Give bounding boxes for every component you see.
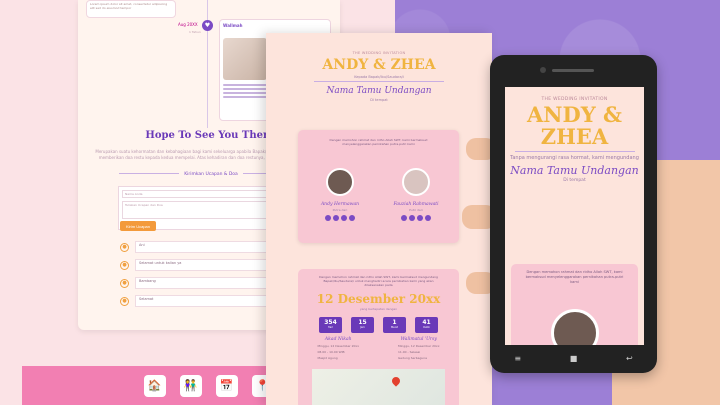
story-card-previous: Lorem ipsum dolor sit amet, consectetur … <box>86 0 176 18</box>
countdown: 354 Hari 15 Jam 1 Menit 41 Detik <box>298 316 459 333</box>
map-pin-icon <box>390 375 402 387</box>
couple-card: Dengan memohon rahmat dan ridho Allah SW… <box>511 264 638 345</box>
event-date: 12 Desember 20xx <box>316 291 441 306</box>
invitee-name: Nama Tamu Undangan <box>510 164 639 178</box>
countdown-hours: 15 Jam <box>351 316 374 333</box>
calendar-icon[interactable]: 📅 <box>215 374 238 397</box>
invite-subtitle: Tanpa mengurangi rasa hormat, kami mengu… <box>510 155 639 162</box>
phone-buttons: ≡ ■ ↩ <box>490 347 657 369</box>
youtube-icon[interactable] <box>349 215 355 221</box>
countdown-seconds: 41 Detik <box>415 316 438 333</box>
countdown-days: 354 Hari <box>319 316 342 333</box>
social-links <box>386 215 446 221</box>
phone-device: THE WEDDING INVITATION ANDY & ZHEA Tanpa… <box>490 55 657 373</box>
avatar <box>326 168 354 196</box>
event-sub: yang bertepatan dengan <box>359 306 398 311</box>
resepsi-place: Gedung Serbaguna <box>397 355 427 360</box>
divider <box>314 81 444 82</box>
divider <box>514 151 635 153</box>
resepsi-time: 11.00 - Selesai <box>397 349 421 354</box>
user-icon: ● <box>120 296 129 306</box>
facebook-icon[interactable] <box>409 215 415 221</box>
menu-icon[interactable]: ≡ <box>514 354 521 363</box>
invitee-role: Di tempat <box>563 178 586 184</box>
groom-role: Putra dari <box>332 208 348 212</box>
bride-role: Putri dari <box>409 208 423 212</box>
tablet-preview: THE WEDDING INVITATION ANDY & ZHEA Kepad… <box>266 33 492 405</box>
countdown-minutes: 1 Menit <box>383 316 406 333</box>
twitter-icon[interactable] <box>341 215 347 221</box>
instagram-icon[interactable] <box>325 215 331 221</box>
akad-date: Minggu, 12 Desember 20xx <box>317 343 359 348</box>
invitee-role: Di tempat <box>370 98 388 102</box>
speaker <box>552 69 594 72</box>
social-links <box>310 215 370 221</box>
akad-title: Akad Nikah <box>324 336 352 342</box>
twitter-icon[interactable] <box>417 215 423 221</box>
resepsi-title: Walimatul 'Ursy <box>400 336 437 342</box>
story-date: Aug 20XX <box>178 22 198 27</box>
akad-time: 08.00 - 10.00 WIB <box>317 349 345 354</box>
wedding-label: THE WEDDING INVITATION <box>352 51 406 55</box>
avatar <box>551 309 599 345</box>
story-photo <box>223 38 267 80</box>
instagram-icon[interactable] <box>401 215 407 221</box>
location-map[interactable] <box>312 369 445 405</box>
event-quote: Dengan memohon rahmat dan ridho Allah SW… <box>319 275 438 288</box>
bride-profile: Fauziah Rahmawati Putri dari <box>386 168 446 221</box>
avatar <box>402 168 430 196</box>
camera-icon <box>540 67 546 73</box>
back-icon[interactable]: ↩ <box>626 354 633 363</box>
phone-screen: THE WEDDING INVITATION ANDY & ZHEA Tanpa… <box>505 87 644 345</box>
couple-card: Dengan memohon rahmat dan ridho Allah SW… <box>298 130 459 243</box>
resepsi-event: Walimatul 'Ursy Minggu, 12 Desember 20xx… <box>398 337 440 360</box>
user-icon: ● <box>120 242 129 252</box>
facebook-icon[interactable] <box>333 215 339 221</box>
couple-icon[interactable]: 👫 <box>179 374 202 397</box>
groom-name: Andy Hermawan <box>320 202 360 207</box>
user-icon: ● <box>120 260 129 270</box>
akad-place: Masjid Agung <box>317 355 338 360</box>
user-icon: ● <box>120 278 129 288</box>
event-details: Akad Nikah Minggu, 12 Desember 20xx 08.0… <box>298 337 459 360</box>
home-icon[interactable]: 🏠 <box>143 374 166 397</box>
event-card: Dengan memohon rahmat dan ridho Allah SW… <box>298 269 459 405</box>
invitee-name: Nama Tamu Undangan <box>326 86 432 96</box>
groom-profile: Andy Hermawan Putra dari <box>310 168 370 221</box>
heart-icon: ♥ <box>202 20 213 31</box>
resepsi-date: Minggu, 12 Desember 20xx <box>397 343 440 348</box>
bride-name: Fauziah Rahmawati <box>393 202 439 207</box>
akad-event: Akad Nikah Minggu, 12 Desember 20xx 08.0… <box>317 337 359 360</box>
youtube-icon[interactable] <box>425 215 431 221</box>
couple-quote: Dengan memohon rahmat dan ridho Allah SW… <box>525 270 624 285</box>
home-button-icon[interactable]: ■ <box>570 354 578 363</box>
story-title: Wallmah <box>223 23 243 28</box>
couple-names: ANDY & ZHEA <box>322 57 436 73</box>
couple-quote: Dengan memohon rahmat dan ridho Allah SW… <box>329 138 428 147</box>
couple-names: ANDY & ZHEA <box>527 102 622 150</box>
story-time: 1 Tahun <box>189 30 201 34</box>
invite-subtitle: Kepada Bapak/Ibu/Saudara/i <box>354 75 404 79</box>
submit-button[interactable]: Kirim Ucapan <box>120 221 156 231</box>
